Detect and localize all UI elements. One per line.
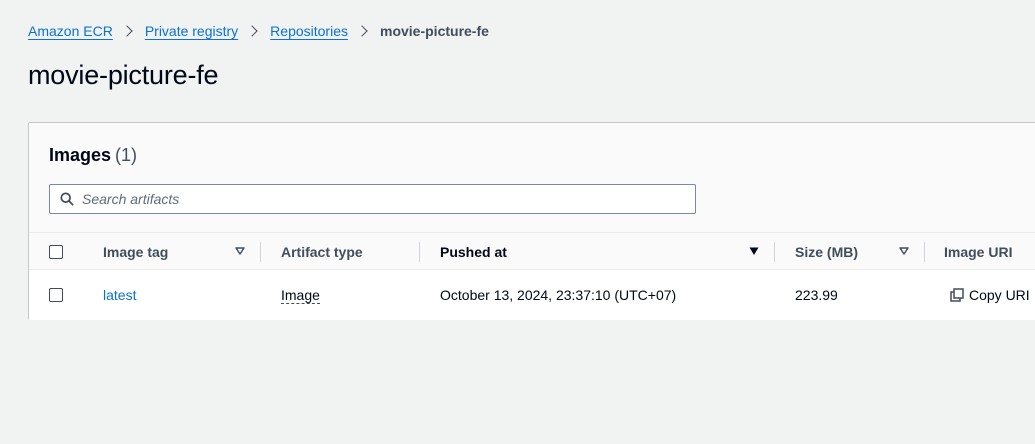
image-tag-link[interactable]: latest <box>103 287 136 303</box>
chevron-right-icon <box>356 25 368 37</box>
column-header-image-uri: Image URI <box>944 233 1012 270</box>
column-divider[interactable] <box>260 242 261 262</box>
breadcrumb: Amazon ECR Private registry Repositories… <box>28 21 489 41</box>
column-divider[interactable] <box>774 242 775 262</box>
breadcrumb-current: movie-picture-fe <box>380 23 489 39</box>
column-header-pushed-at[interactable]: Pushed at <box>440 233 507 270</box>
page-title: movie-picture-fe <box>28 60 219 90</box>
breadcrumb-private-registry[interactable]: Private registry <box>145 23 238 39</box>
row-select-checkbox[interactable] <box>49 288 63 302</box>
column-label-image-uri: Image URI <box>944 243 1013 260</box>
search-input[interactable] <box>82 187 682 211</box>
cell-size: 223.99 <box>795 270 838 320</box>
caret-down-outline-icon[interactable] <box>899 246 909 256</box>
copy-uri-label: Copy URI <box>969 287 1030 303</box>
column-label-size: Size (MB) <box>795 243 858 260</box>
cell-pushed-at: October 13, 2024, 23:37:10 (UTC+07) <box>440 270 676 320</box>
column-label-pushed-at: Pushed at <box>440 243 507 260</box>
copy-uri-button[interactable]: Copy URI <box>950 287 1030 303</box>
chevron-right-icon <box>246 25 258 37</box>
cell-image-tag: latest <box>103 270 136 320</box>
chevron-right-icon <box>121 25 133 37</box>
images-panel-header: Images (1) <box>29 123 1035 232</box>
copy-icon <box>950 288 964 302</box>
column-divider[interactable] <box>419 242 420 262</box>
caret-down-outline-icon[interactable] <box>235 246 245 256</box>
select-all-checkbox[interactable] <box>49 245 63 259</box>
cell-image-uri: Copy URI <box>950 270 1030 320</box>
column-header-artifact-type: Artifact type <box>281 233 363 270</box>
images-panel: Images(1) Image tag Artifact type Pushed… <box>28 122 1035 320</box>
search-icon <box>60 192 74 206</box>
cell-artifact-type: Image <box>281 270 320 320</box>
column-label-image-tag: Image tag <box>103 243 169 260</box>
table-header: Image tag Artifact type Pushed at Size (… <box>29 232 1035 270</box>
images-count: (1) <box>115 145 138 165</box>
images-panel-title: Images (1) <box>49 145 137 166</box>
breadcrumb-repositories[interactable]: Repositories <box>270 23 348 39</box>
table-row: latest Image October 13, 2024, 23:37:10 … <box>29 270 1035 320</box>
column-divider[interactable] <box>924 242 925 262</box>
images-title-label: Images <box>49 145 112 165</box>
column-header-image-tag[interactable]: Image tag <box>103 233 168 270</box>
artifact-type-value[interactable]: Image <box>281 287 320 304</box>
size-value: 223.99 <box>795 287 838 303</box>
search-box[interactable] <box>49 184 696 214</box>
breadcrumb-amazon-ecr[interactable]: Amazon ECR <box>28 23 113 39</box>
column-label-artifact-type: Artifact type <box>281 243 363 260</box>
caret-down-filled-icon[interactable] <box>749 246 759 256</box>
column-header-size[interactable]: Size (MB) <box>795 233 858 270</box>
pushed-at-value: October 13, 2024, 23:37:10 (UTC+07) <box>440 287 677 303</box>
